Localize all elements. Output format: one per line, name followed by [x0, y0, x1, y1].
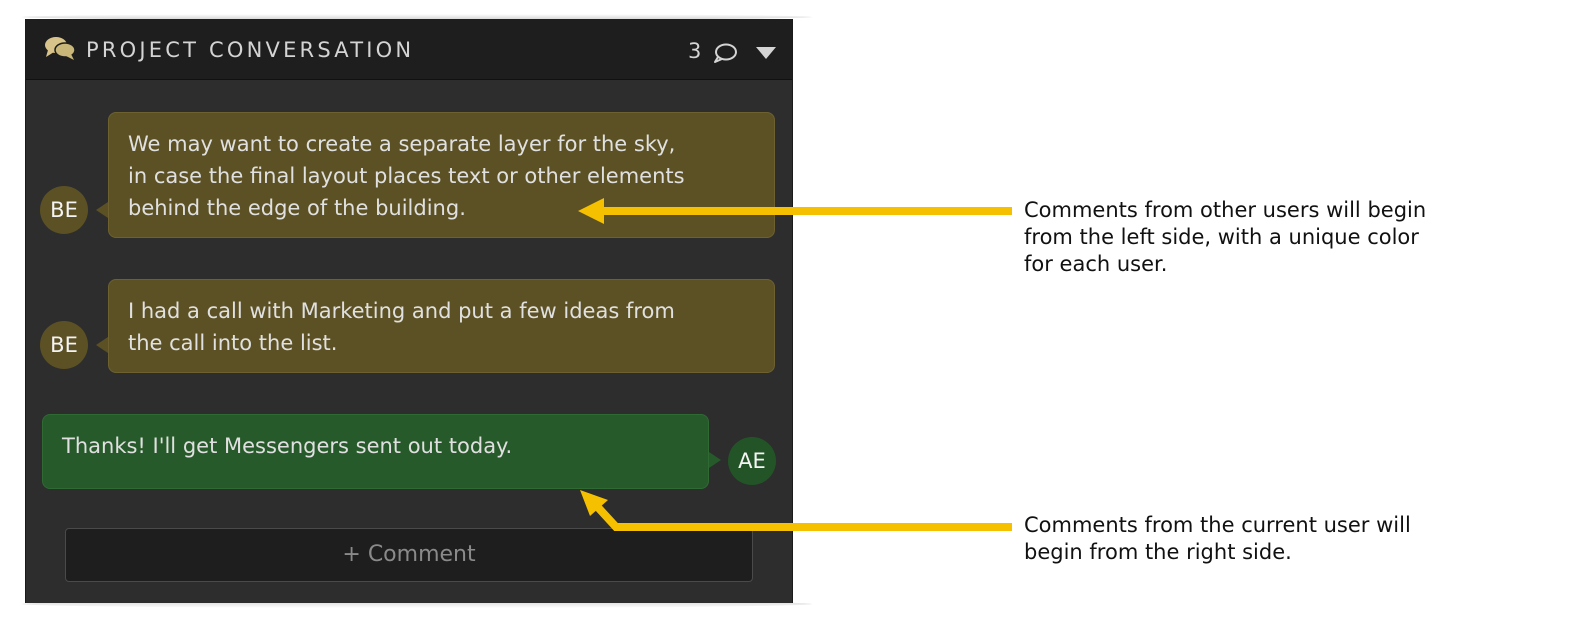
- annotation-line: from the left side, with a unique color: [1024, 225, 1419, 249]
- annotation-current-user: Comments from the current user will begi…: [1024, 512, 1411, 566]
- annotation-line: Comments from other users will begin: [1024, 198, 1427, 222]
- annotation-arrow-right: [580, 490, 1012, 531]
- annotation-line: Comments from the current user will: [1024, 513, 1411, 537]
- annotation-line: begin from the right side.: [1024, 540, 1292, 564]
- annotation-line: for each user.: [1024, 252, 1168, 276]
- annotation-arrow-left: [578, 198, 1012, 224]
- annotation-other-users: Comments from other users will begin fro…: [1024, 197, 1426, 278]
